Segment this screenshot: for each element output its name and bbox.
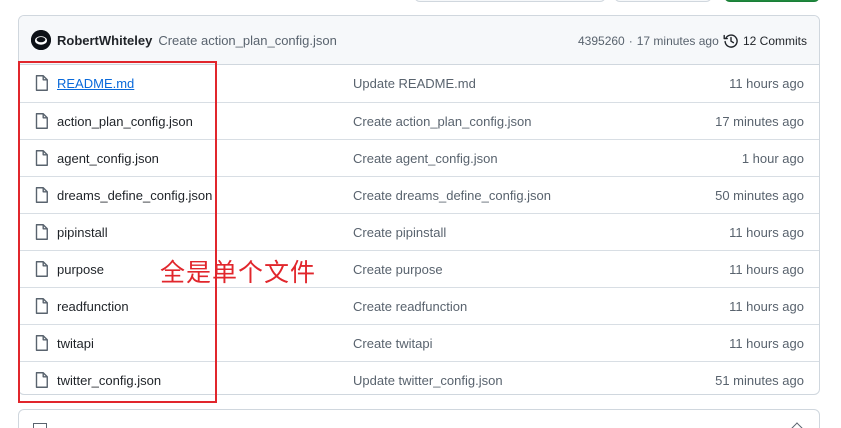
commit-meta: 4395260 · 17 minutes ago <box>578 16 719 65</box>
file-name-link[interactable]: dreams_define_config.json <box>57 177 212 214</box>
file-name-link[interactable]: twitapi <box>57 325 94 362</box>
file-icon <box>35 261 48 277</box>
file-commit-message[interactable]: Create purpose <box>353 251 443 288</box>
readme-panel <box>18 409 820 428</box>
file-name-link[interactable]: purpose <box>57 251 104 288</box>
file-icon <box>35 224 48 240</box>
pencil-icon[interactable] <box>791 422 803 428</box>
file-name-link[interactable]: action_plan_config.json <box>57 103 193 140</box>
file-row[interactable]: readfunction Create readfunction 11 hours … <box>19 287 819 324</box>
file-row[interactable]: purpose Create purpose 11 hours ago <box>19 250 819 287</box>
file-commit-message[interactable]: Create twitapi <box>353 325 432 362</box>
file-name-link[interactable]: twitter_config.json <box>57 362 161 394</box>
file-commit-message[interactable]: Create action_plan_config.json <box>353 103 532 140</box>
file-commit-time: 11 hours ago <box>729 299 804 314</box>
latest-commit-bar: RobertWhiteley Create action_plan_config… <box>19 16 819 65</box>
file-name-link[interactable]: README.md <box>57 65 134 102</box>
commit-message[interactable]: Create action_plan_config.json <box>158 33 337 48</box>
commits-count: 12 Commits <box>743 33 808 48</box>
file-icon <box>35 372 48 388</box>
file-commit-message[interactable]: Create readfunction <box>353 288 467 325</box>
file-row[interactable]: pipinstall Create pipinstall 11 hours ago <box>19 213 819 250</box>
top-button-middle[interactable] <box>614 0 712 2</box>
file-name-link[interactable]: pipinstall <box>57 214 108 251</box>
file-row[interactable]: twitapi Create twitapi 11 hours ago <box>19 324 819 361</box>
file-commit-time: 11 hours ago <box>729 262 804 277</box>
file-commit-time: 50 minutes ago <box>715 188 804 203</box>
file-commit-time: 11 hours ago <box>729 336 804 351</box>
file-commit-time: 51 minutes ago <box>715 373 804 388</box>
commits-history-link[interactable]: 12 Commits <box>723 16 807 65</box>
file-row[interactable]: README.md Update README.md 11 hours ago <box>19 65 819 102</box>
file-name-link[interactable]: readfunction <box>57 288 129 325</box>
file-name-link[interactable]: agent_config.json <box>57 140 159 177</box>
file-icon <box>35 298 48 314</box>
file-icon <box>35 113 48 129</box>
file-icon <box>35 150 48 166</box>
file-row[interactable]: twitter_config.json Update twitter_config… <box>19 361 819 394</box>
history-icon <box>723 33 738 48</box>
file-row[interactable]: dreams_define_config.json Create dreams_d… <box>19 176 819 213</box>
file-icon <box>35 335 48 351</box>
commit-hash[interactable]: 4395260 <box>578 34 625 48</box>
file-commit-message[interactable]: Create agent_config.json <box>353 140 498 177</box>
commit-separator: · <box>628 33 633 48</box>
code-button[interactable] <box>724 0 820 2</box>
file-browser: RobertWhiteley Create action_plan_config… <box>18 15 820 395</box>
file-commit-message[interactable]: Create dreams_define_config.json <box>353 177 551 214</box>
file-commit-message[interactable]: Create pipinstall <box>353 214 446 251</box>
file-row[interactable]: action_plan_config.json Create action_pla… <box>19 102 819 139</box>
file-commit-message[interactable]: Update twitter_config.json <box>353 362 503 394</box>
file-commit-time: 11 hours ago <box>729 76 804 91</box>
annotation-text: 全是单个文件 <box>160 258 317 287</box>
top-button-left[interactable] <box>414 0 606 2</box>
file-commit-time: 17 minutes ago <box>715 114 804 129</box>
file-icon <box>35 187 48 203</box>
file-commit-time: 1 hour ago <box>741 151 804 166</box>
file-icon <box>35 75 48 91</box>
book-icon <box>33 423 47 428</box>
file-row[interactable]: agent_config.json Create agent_config.jso… <box>19 139 819 176</box>
file-commit-message[interactable]: Update README.md <box>353 65 476 102</box>
file-commit-time: 11 hours ago <box>729 225 804 240</box>
commit-author[interactable]: RobertWhiteley <box>57 33 152 48</box>
commit-time: 17 minutes ago <box>636 33 719 48</box>
avatar-icon[interactable] <box>31 30 51 50</box>
